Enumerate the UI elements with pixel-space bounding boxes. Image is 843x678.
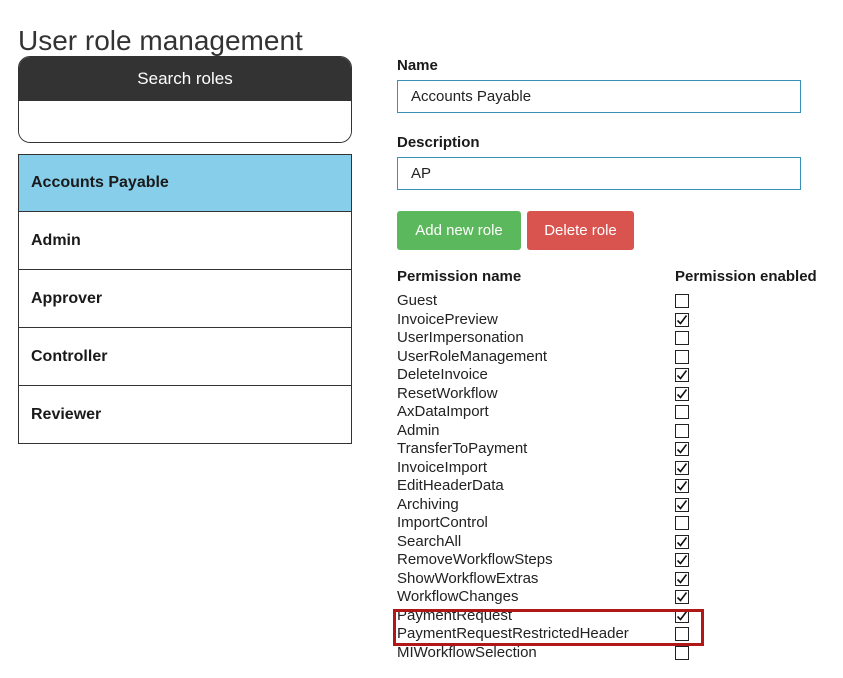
page-title: User role management (18, 24, 303, 56)
permission-checkbox[interactable] (675, 368, 689, 382)
permission-row: SearchAll (397, 533, 837, 552)
permission-checkbox[interactable] (675, 608, 689, 623)
role-item[interactable]: Admin (18, 212, 352, 270)
add-new-role-button[interactable]: Add new role (397, 211, 521, 250)
permission-name: UserRoleManagement (397, 347, 548, 365)
permission-checkbox[interactable] (675, 386, 689, 401)
permission-row: MIWorkflowSelection (397, 644, 837, 663)
permission-row: Archiving (397, 496, 837, 515)
permission-checkbox[interactable] (675, 497, 689, 512)
delete-role-button[interactable]: Delete role (527, 211, 634, 250)
checkmark-icon (676, 592, 688, 602)
permission-checkbox[interactable] (675, 627, 689, 641)
permission-name: TransferToPayment (397, 440, 528, 457)
permission-enabled-header: Permission enabled (675, 268, 817, 285)
checkmark-icon (676, 444, 688, 454)
permission-row: UserImpersonation (397, 329, 837, 348)
permission-name: UserImpersonation (397, 329, 524, 346)
permission-checkbox[interactable] (675, 442, 689, 456)
permission-row: TransferToPayment (397, 440, 837, 459)
checkmark-icon (676, 610, 688, 621)
permission-row: ShowWorkflowExtras (397, 570, 837, 589)
permission-checkbox[interactable] (675, 516, 689, 530)
permission-checkbox[interactable] (675, 294, 689, 308)
permission-row: Guest (397, 292, 837, 311)
permission-name: WorkflowChanges (397, 588, 519, 605)
permission-row: DeleteInvoice (397, 366, 837, 385)
search-roles-input[interactable] (19, 101, 351, 142)
permission-list: Guest InvoicePreview UserImpersonation User… (397, 292, 837, 662)
permission-row: AxDataImport (397, 403, 837, 422)
permission-name: SearchAll (397, 532, 462, 550)
permission-checkbox[interactable] (675, 405, 689, 419)
permission-name: DeleteInvoice (397, 366, 488, 383)
role-item-label: Approver (31, 289, 103, 307)
permission-checkbox[interactable] (675, 312, 689, 327)
role-item-label: Controller (31, 347, 108, 365)
permission-row: UserRoleManagement (397, 348, 837, 367)
checkmark-icon (676, 314, 688, 325)
role-item[interactable]: Controller (18, 328, 352, 386)
permission-name: PaymentRequest (397, 606, 513, 624)
permission-name: Admin (397, 421, 440, 439)
permission-row: PaymentRequest (397, 607, 837, 626)
permission-row: RemoveWorkflowSteps (397, 551, 837, 570)
role-list: Accounts Payable Admin Approver Controller R… (18, 154, 352, 444)
name-input[interactable] (397, 80, 801, 113)
permission-row: ResetWorkflow (397, 385, 837, 404)
permission-name: MIWorkflowSelection (397, 643, 537, 661)
permission-checkbox[interactable] (675, 460, 689, 475)
permission-checkbox[interactable] (675, 534, 689, 549)
checkmark-icon (676, 499, 688, 510)
role-item-label: Reviewer (31, 405, 102, 423)
permission-row: InvoiceImport (397, 459, 837, 478)
permission-name: RemoveWorkflowSteps (397, 551, 553, 568)
permission-row: ImportControl (397, 514, 837, 533)
permission-row: PaymentRequestRestrictedHeader (397, 625, 837, 644)
permission-name: ShowWorkflowExtras (397, 569, 539, 587)
checkmark-icon (676, 370, 688, 380)
search-roles-panel: Search roles (18, 56, 352, 143)
permission-checkbox[interactable] (675, 571, 689, 586)
permission-name: Archiving (397, 495, 459, 513)
name-label: Name (397, 57, 438, 74)
permission-row: InvoicePreview (397, 311, 837, 330)
role-item[interactable]: Reviewer (18, 386, 352, 444)
permission-name: EditHeaderData (397, 477, 504, 494)
permission-name: InvoiceImport (397, 458, 488, 476)
permission-row: EditHeaderData (397, 477, 837, 496)
search-roles-header: Search roles (19, 57, 351, 101)
description-input[interactable] (397, 157, 801, 190)
checkmark-icon (676, 481, 688, 491)
permission-name: Guest (397, 292, 438, 309)
permission-name: InvoicePreview (397, 310, 498, 328)
permission-name: ResetWorkflow (397, 384, 498, 402)
role-item[interactable]: Accounts Payable (18, 154, 352, 212)
role-item-label: Admin (31, 231, 81, 249)
permission-row: WorkflowChanges (397, 588, 837, 607)
permission-checkbox[interactable] (675, 349, 689, 364)
permission-name: AxDataImport (397, 403, 489, 420)
permission-name: PaymentRequestRestrictedHeader (397, 625, 629, 642)
checkmark-icon (676, 555, 688, 565)
permission-checkbox[interactable] (675, 331, 689, 345)
description-label: Description (397, 134, 480, 151)
permission-name-header: Permission name (397, 268, 522, 285)
permission-checkbox[interactable] (675, 479, 689, 493)
role-item[interactable]: Approver (18, 270, 352, 328)
permission-checkbox[interactable] (675, 590, 689, 604)
permission-name: ImportControl (397, 514, 488, 531)
checkmark-icon (676, 536, 688, 547)
role-item-label: Accounts Payable (31, 174, 169, 191)
permission-checkbox[interactable] (675, 423, 689, 438)
permission-checkbox[interactable] (675, 553, 689, 567)
checkmark-icon (676, 388, 688, 399)
permission-row: Admin (397, 422, 837, 441)
checkmark-icon (676, 462, 688, 473)
checkmark-icon (676, 573, 688, 584)
permission-checkbox[interactable] (675, 645, 689, 660)
